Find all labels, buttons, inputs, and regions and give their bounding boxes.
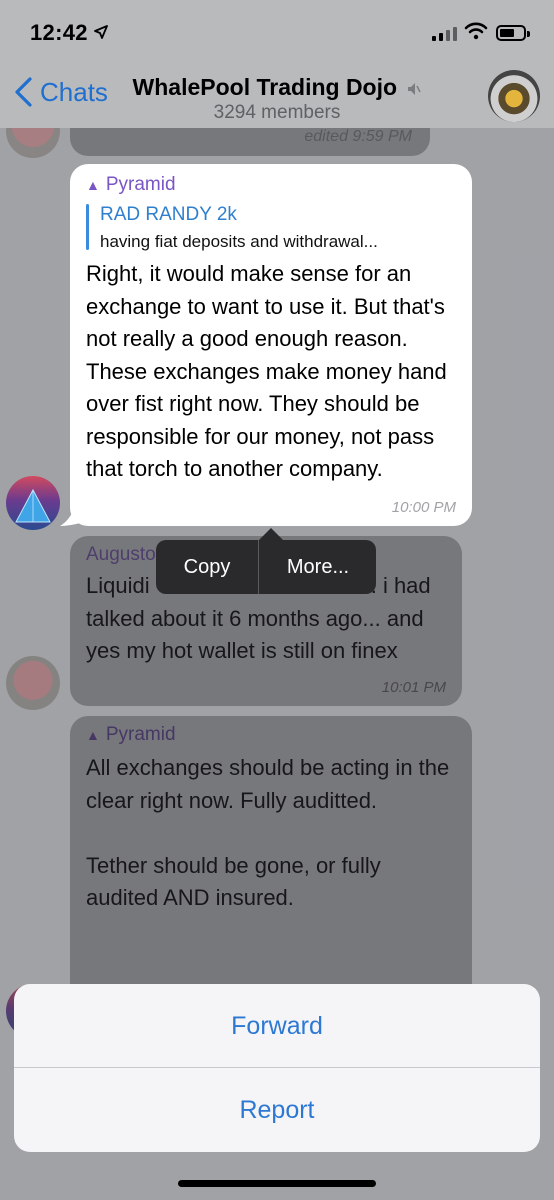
message-selected[interactable]: ▲ Pyramid RAD RANDY 2k having fiat deposi… xyxy=(70,164,472,526)
copy-button[interactable]: Copy xyxy=(156,540,258,594)
location-arrow-icon xyxy=(94,25,108,39)
nav-bar: Chats WhalePool Trading Dojo 3294 member… xyxy=(0,62,554,128)
message-text: Right, it would make sense for an exchan… xyxy=(86,261,447,481)
reply-quote-bar xyxy=(86,204,89,250)
reply-preview[interactable]: having fiat deposits and withdrawal... xyxy=(100,232,378,252)
chat-title[interactable]: WhalePool Trading Dojo xyxy=(0,74,554,101)
action-sheet: Forward Report xyxy=(14,984,540,1152)
chat-title-text: WhalePool Trading Dojo xyxy=(132,74,398,100)
mute-icon xyxy=(408,82,422,95)
more-button[interactable]: More... xyxy=(260,540,376,594)
sender-name: Pyramid xyxy=(105,174,176,195)
forward-button[interactable]: Forward xyxy=(14,984,540,1068)
divider xyxy=(258,540,259,594)
mountain-icon xyxy=(15,488,51,523)
report-button[interactable]: Report xyxy=(14,1068,540,1152)
home-indicator[interactable] xyxy=(178,1180,376,1187)
admin-triangle-icon: ▲ xyxy=(86,177,100,193)
message-time: 10:00 PM xyxy=(391,499,456,516)
bubble-tail xyxy=(60,508,84,526)
member-count: 3294 members xyxy=(213,102,341,123)
reply-author[interactable]: RAD RANDY 2k xyxy=(100,204,237,226)
context-menu: Copy More... xyxy=(156,528,376,594)
signal-icon xyxy=(432,27,458,41)
context-menu-arrow xyxy=(259,528,283,540)
status-bar: 12:42 xyxy=(0,0,554,62)
group-avatar[interactable] xyxy=(488,70,540,122)
status-time: 12:42 xyxy=(30,20,88,45)
message-sender[interactable]: ▲ Pyramid xyxy=(86,174,176,196)
battery-icon xyxy=(496,25,530,41)
avatar-mountain[interactable] xyxy=(6,476,60,530)
wifi-icon xyxy=(464,22,488,40)
